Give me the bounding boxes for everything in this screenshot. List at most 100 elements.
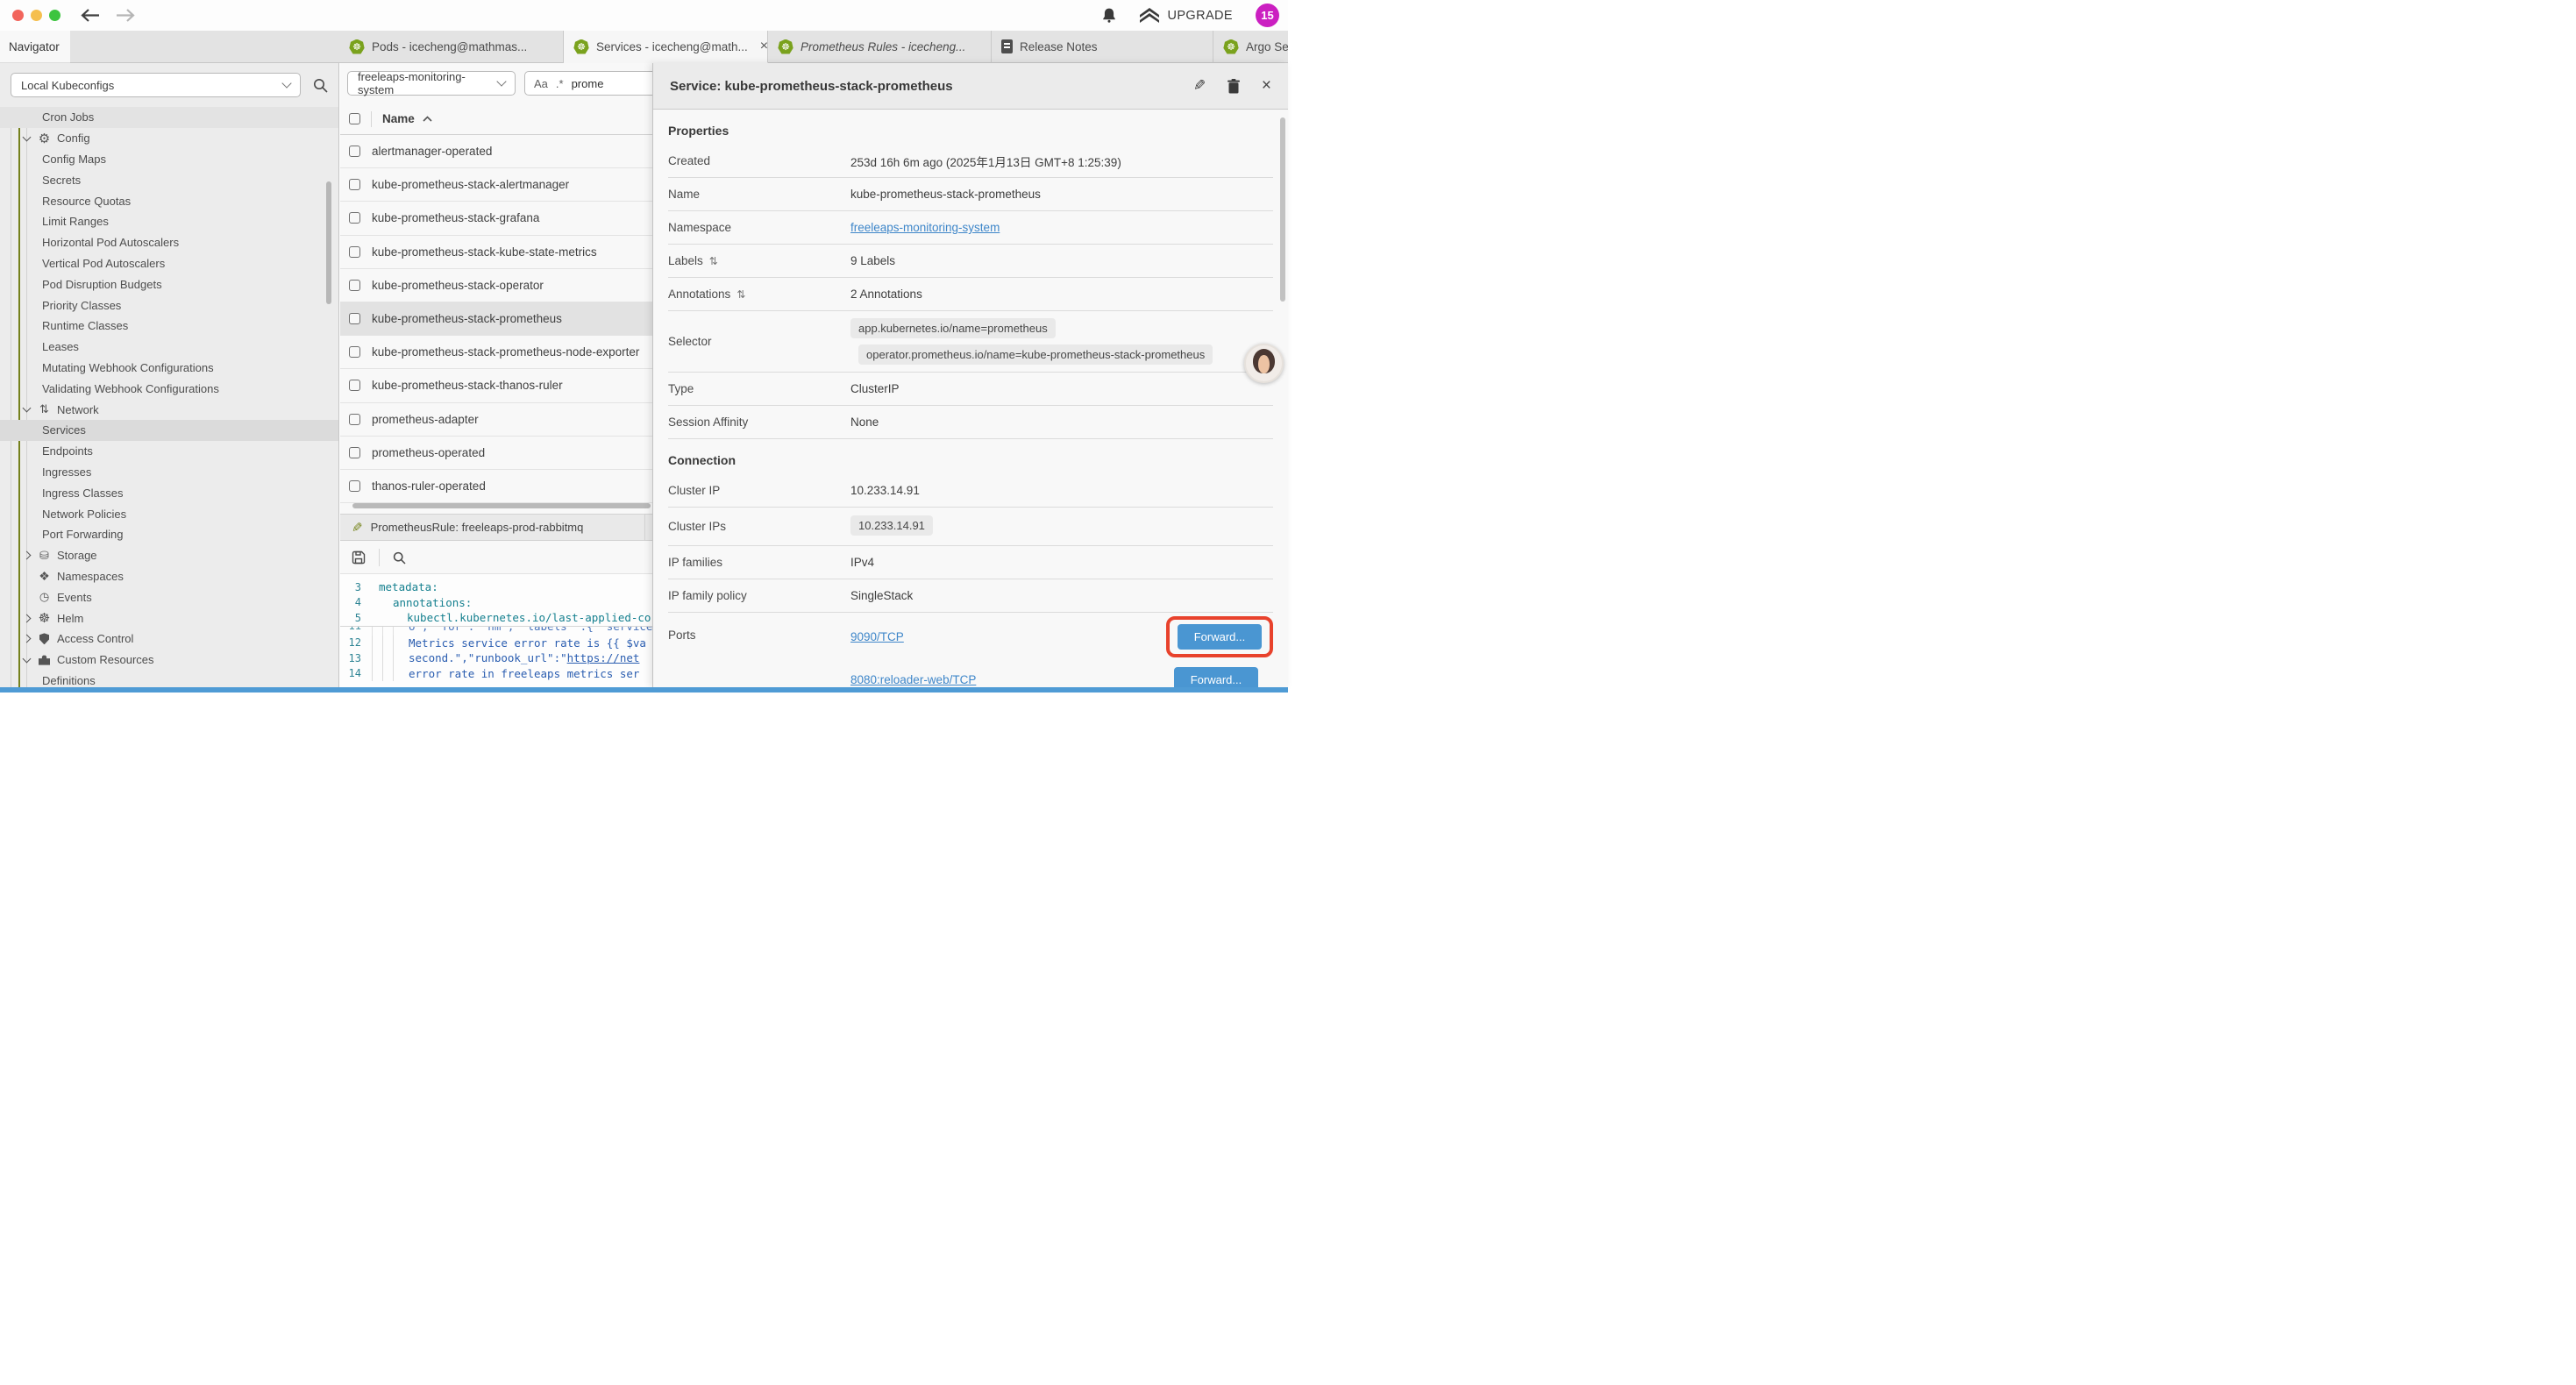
tab-release-notes[interactable]: Release Notes xyxy=(992,31,1213,63)
row-checkbox[interactable] xyxy=(349,346,360,358)
save-icon[interactable] xyxy=(352,550,366,565)
service-list-row[interactable]: kube-prometheus-stack-prometheus xyxy=(340,302,652,336)
tree-chevron-icon[interactable] xyxy=(23,132,32,141)
list-search-input[interactable]: Aa .* prome xyxy=(524,71,669,96)
service-list-row[interactable]: alertmanager-operated xyxy=(340,135,652,168)
forward-port-button[interactable]: Forward... xyxy=(1178,624,1262,650)
notifications-bell-icon[interactable] xyxy=(1101,7,1117,24)
tab-argo[interactable]: Argo Se xyxy=(1213,31,1288,63)
tree-chevron-icon[interactable] xyxy=(23,404,32,413)
delete-service-icon[interactable] xyxy=(1228,79,1240,94)
sidebar-tree-item[interactable]: Access Control xyxy=(0,629,338,650)
service-list-row[interactable]: kube-prometheus-stack-thanos-ruler xyxy=(340,369,652,402)
tab-services[interactable]: Services - icecheng@math... × xyxy=(564,31,768,63)
row-checkbox[interactable] xyxy=(349,179,360,190)
port-link[interactable]: 9090/TCP xyxy=(850,630,904,643)
sidebar-tree-item[interactable]: Runtime Classes xyxy=(0,316,338,337)
forward-port-button[interactable]: Forward... xyxy=(1174,667,1258,688)
sidebar-tree-item[interactable]: Leases xyxy=(0,337,338,358)
sidebar-tree-item[interactable]: Ingresses xyxy=(0,462,338,483)
sidebar-tree-item[interactable]: Config xyxy=(0,128,338,149)
forward-button[interactable] xyxy=(115,8,136,23)
row-checkbox[interactable] xyxy=(349,246,360,258)
minimize-window-button[interactable] xyxy=(31,10,42,21)
sidebar-tree-item[interactable]: Storage xyxy=(0,545,338,566)
yaml-editor[interactable]: 3 metadata: 4 annotations: 5 kubectl.kub… xyxy=(340,573,652,687)
service-list-row[interactable]: kube-prometheus-stack-kube-state-metrics xyxy=(340,236,652,269)
service-list-row[interactable]: kube-prometheus-stack-grafana xyxy=(340,202,652,235)
navigator-panel-tab[interactable]: Navigator xyxy=(0,31,70,63)
service-list-row[interactable]: thanos-ruler-operated xyxy=(340,470,652,503)
row-checkbox[interactable] xyxy=(349,414,360,425)
select-all-checkbox[interactable] xyxy=(349,113,360,124)
sidebar-tree-item[interactable]: Config Maps xyxy=(0,149,338,170)
user-avatar[interactable] xyxy=(1244,344,1284,383)
port-link[interactable]: 8080:reloader-web/TCP xyxy=(850,673,976,686)
dock-tab-prometheusrule[interactable]: PrometheusRule: freeleaps-prod-rabbitmq xyxy=(340,515,645,540)
sidebar-search-icon[interactable] xyxy=(313,78,328,93)
namespace-select[interactable]: freeleaps-monitoring-system xyxy=(347,71,516,96)
name-column-header[interactable]: Name xyxy=(382,112,415,125)
code-link[interactable]: https://net xyxy=(567,651,640,664)
sidebar-tree-item[interactable]: Port Forwarding xyxy=(0,524,338,545)
sidebar-tree-item[interactable]: Definitions xyxy=(0,671,338,687)
maximize-window-button[interactable] xyxy=(49,10,60,21)
service-list-row[interactable]: kube-prometheus-stack-alertmanager xyxy=(340,168,652,202)
match-case-icon[interactable]: Aa xyxy=(534,77,548,90)
expand-collapse-icon[interactable] xyxy=(737,288,745,301)
sidebar-tree-item[interactable]: Custom Resources xyxy=(0,650,338,671)
sort-ascending-icon[interactable] xyxy=(423,116,432,122)
tab-prometheus-rules[interactable]: Prometheus Rules - icecheng... xyxy=(768,31,992,63)
sidebar-tree-item[interactable]: Services xyxy=(0,420,338,441)
tree-chevron-icon[interactable] xyxy=(23,551,32,560)
row-value[interactable]: 9 Labels xyxy=(850,254,1273,267)
sidebar-tree-item[interactable]: Events xyxy=(0,586,338,607)
row-checkbox[interactable] xyxy=(349,146,360,157)
service-list-row[interactable]: prometheus-adapter xyxy=(340,403,652,437)
sidebar-tree-item[interactable]: Endpoints xyxy=(0,441,338,462)
row-checkbox[interactable] xyxy=(349,280,360,291)
edit-service-icon[interactable] xyxy=(1193,77,1206,95)
sidebar-tree-item[interactable]: Pod Disruption Budgets xyxy=(0,273,338,295)
upgrade-button[interactable]: UPGRADE xyxy=(1140,8,1233,23)
service-list-row[interactable]: kube-prometheus-stack-prometheus-node-ex… xyxy=(340,336,652,369)
sidebar-tree-item[interactable]: Helm xyxy=(0,607,338,629)
sidebar-tree-item[interactable]: Namespaces xyxy=(0,566,338,587)
back-button[interactable] xyxy=(80,8,101,23)
sidebar-tree-item[interactable]: Mutating Webhook Configurations xyxy=(0,358,338,379)
sidebar-tree-item[interactable]: Network xyxy=(0,399,338,420)
sidebar-tree-item[interactable]: Resource Quotas xyxy=(0,190,338,211)
row-checkbox[interactable] xyxy=(349,447,360,458)
tree-chevron-icon[interactable] xyxy=(23,614,32,622)
row-checkbox[interactable] xyxy=(349,480,360,492)
detail-panel-scrollbar[interactable] xyxy=(1280,117,1285,302)
sidebar-tree-item[interactable]: Validating Webhook Configurations xyxy=(0,378,338,399)
tab-pods[interactable]: Pods - icecheng@mathmas... xyxy=(339,31,564,63)
tree-chevron-icon[interactable] xyxy=(23,635,32,643)
regex-icon[interactable]: .* xyxy=(556,77,564,90)
close-tab-icon[interactable]: × xyxy=(755,39,768,54)
row-checkbox[interactable] xyxy=(349,380,360,391)
notification-count-badge[interactable]: 15 xyxy=(1256,4,1279,27)
kubeconfig-select[interactable]: Local Kubeconfigs xyxy=(11,73,301,97)
sidebar-tree-item[interactable]: Limit Ranges xyxy=(0,211,338,232)
expand-collapse-icon[interactable] xyxy=(709,255,718,267)
service-list-row[interactable]: kube-prometheus-stack-operator xyxy=(340,269,652,302)
namespace-link[interactable]: freeleaps-monitoring-system xyxy=(850,221,1000,234)
sidebar-tree-item[interactable]: Secrets xyxy=(0,169,338,190)
list-horizontal-scrollbar[interactable] xyxy=(352,503,651,508)
sidebar-tree-item[interactable]: Network Policies xyxy=(0,503,338,524)
sidebar-tree-item[interactable]: Horizontal Pod Autoscalers xyxy=(0,232,338,253)
row-checkbox[interactable] xyxy=(349,212,360,224)
service-list-row[interactable]: prometheus-operated xyxy=(340,437,652,470)
sidebar-scrollbar[interactable] xyxy=(326,181,331,304)
close-window-button[interactable] xyxy=(12,10,24,21)
sidebar-tree-item[interactable]: Vertical Pod Autoscalers xyxy=(0,253,338,274)
close-detail-icon[interactable]: × xyxy=(1262,76,1271,96)
sidebar-tree-item[interactable]: Priority Classes xyxy=(0,295,338,316)
editor-search-icon[interactable] xyxy=(393,551,406,565)
row-value[interactable]: 2 Annotations xyxy=(850,288,1273,301)
sidebar-tree-item[interactable]: Cron Jobs xyxy=(0,107,338,128)
tree-chevron-icon[interactable] xyxy=(23,654,32,663)
row-checkbox[interactable] xyxy=(349,313,360,324)
